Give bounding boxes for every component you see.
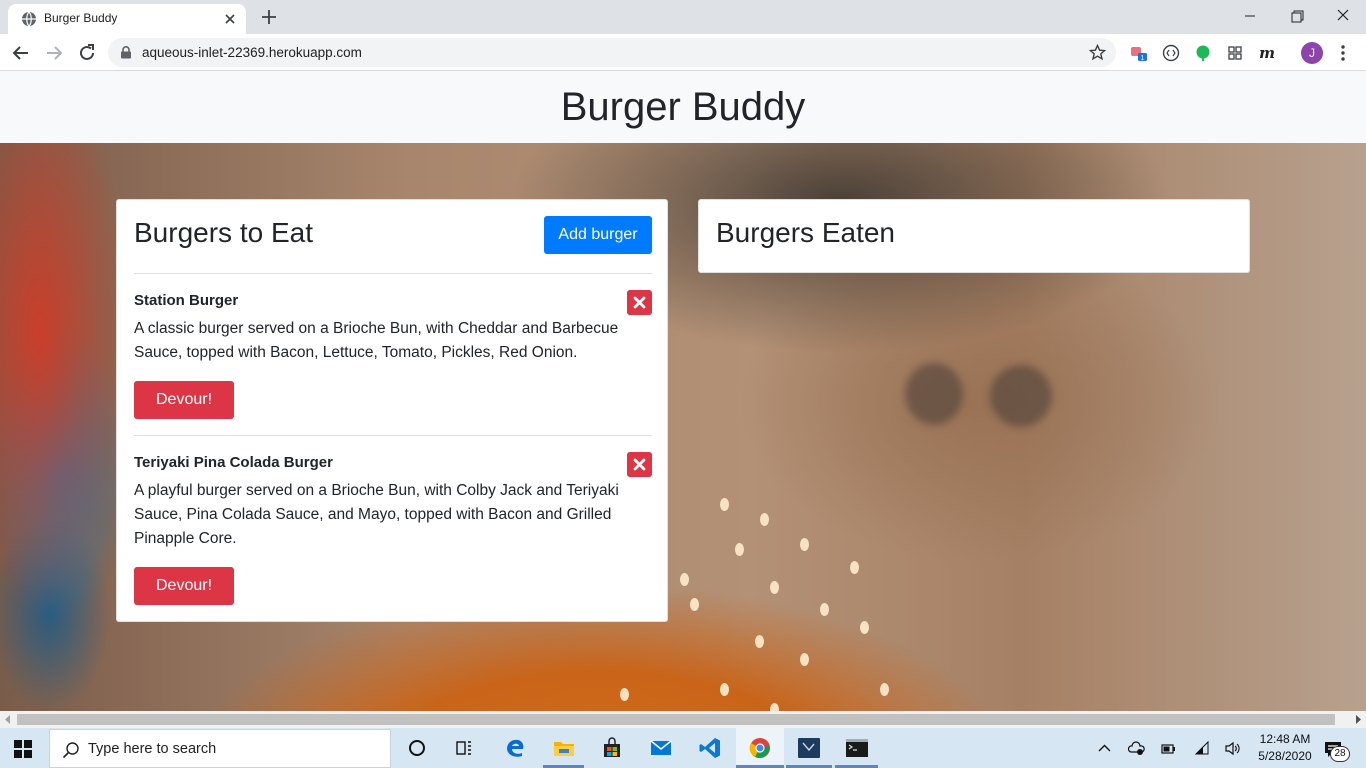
- notification-count-badge: 28: [1330, 746, 1350, 762]
- burgers-eaten-heading: Burgers Eaten: [716, 217, 895, 248]
- terminal-icon[interactable]: [845, 736, 869, 760]
- description-line: Sauce, topped with Bacon, Lettuce, Tomat…: [134, 344, 578, 361]
- burger-name: Teriyaki Pina Colada Burger: [134, 454, 333, 471]
- mail-icon[interactable]: [649, 736, 673, 760]
- devour-button[interactable]: Devour!: [134, 381, 234, 419]
- background-blur: [990, 365, 1052, 427]
- description-line: A classic burger served on a Brioche Bun…: [134, 320, 619, 337]
- burger-name: Station Burger: [134, 292, 239, 309]
- url-text: aqueous-inlet-22369.herokuapp.com: [142, 45, 362, 60]
- description-line: A playful burger served on a Brioche Bun…: [134, 482, 619, 499]
- sesame-seed: [800, 538, 809, 551]
- task-view-icon[interactable]: [452, 736, 476, 760]
- grid-extension-icon[interactable]: [1226, 44, 1244, 62]
- reload-icon[interactable]: [76, 42, 98, 64]
- clock-date[interactable]: 5/28/2020: [1253, 749, 1317, 763]
- sesame-seed: [680, 573, 689, 586]
- file-explorer-icon[interactable]: [552, 736, 576, 760]
- profile-avatar[interactable]: J: [1301, 42, 1323, 64]
- sesame-seed: [820, 603, 829, 616]
- site-header: Burger Buddy: [0, 71, 1366, 143]
- lock-icon: [121, 46, 131, 59]
- burgers-eaten-card: Burgers Eaten: [698, 199, 1250, 273]
- new-tab-icon[interactable]: [260, 8, 278, 26]
- burger-description: A classic burger served on a Brioche Bun…: [134, 317, 639, 365]
- minimize-icon[interactable]: [1238, 6, 1262, 26]
- sesame-seed: [760, 513, 769, 526]
- divider: [134, 273, 652, 274]
- page-viewport: Burger Buddy Burgers to Eat Add burger S…: [0, 71, 1366, 711]
- page-title: Burger Buddy: [560, 85, 806, 129]
- restore-icon[interactable]: [1285, 6, 1309, 26]
- sesame-seed: [800, 653, 809, 666]
- scrollbar-thumb[interactable]: [17, 714, 1335, 725]
- m-extension-icon[interactable]: m: [1258, 44, 1276, 62]
- burger-description: A playful burger served on a Brioche Bun…: [134, 479, 644, 551]
- browser-tabstrip: Burger Buddy: [0, 0, 1366, 34]
- extension-icon[interactable]: 1: [1130, 44, 1148, 62]
- search-placeholder: Type here to search: [88, 741, 217, 757]
- battery-icon[interactable]: [1160, 740, 1177, 757]
- bookmark-star-icon[interactable]: [1089, 44, 1106, 61]
- devour-button[interactable]: Devour!: [134, 567, 234, 605]
- scroll-left-icon[interactable]: [4, 715, 12, 724]
- back-arrow-icon[interactable]: [10, 42, 32, 64]
- address-bar[interactable]: aqueous-inlet-22369.herokuapp.com: [108, 38, 1116, 67]
- delete-burger-button[interactable]: [627, 452, 652, 477]
- sesame-seed: [770, 581, 779, 594]
- add-burger-button[interactable]: Add burger: [544, 216, 652, 254]
- delete-burger-button[interactable]: [627, 290, 652, 315]
- windows-taskbar: Type here to search 12:48 AM 5/28/2020 2…: [0, 728, 1366, 768]
- evernote-icon[interactable]: [1194, 44, 1212, 62]
- sesame-seed: [720, 683, 729, 696]
- sesame-seed: [850, 561, 859, 574]
- chrome-icon[interactable]: [748, 736, 772, 760]
- close-window-icon[interactable]: [1331, 6, 1355, 26]
- code-extension-icon[interactable]: [1162, 44, 1180, 62]
- background-blur: [905, 363, 963, 425]
- divider: [134, 435, 652, 436]
- sesame-seed: [770, 703, 779, 711]
- more-menu-icon[interactable]: [1340, 43, 1346, 63]
- onedrive-sync-icon[interactable]: [1128, 740, 1145, 757]
- forward-arrow-icon[interactable]: [43, 42, 65, 64]
- clock-time[interactable]: 12:48 AM: [1253, 732, 1317, 746]
- sesame-seed: [690, 598, 699, 611]
- search-icon: [62, 742, 79, 759]
- horizontal-scrollbar[interactable]: [0, 711, 1366, 728]
- browser-toolbar: aqueous-inlet-22369.herokuapp.com 1 m J: [0, 34, 1366, 71]
- sesame-seed: [735, 543, 744, 556]
- sesame-seed: [880, 683, 889, 696]
- sesame-seed: [755, 635, 764, 648]
- svg-text:1: 1: [1141, 55, 1145, 62]
- store-icon[interactable]: [600, 736, 624, 760]
- vscode-icon[interactable]: [698, 736, 722, 760]
- taskbar-search-box[interactable]: Type here to search: [49, 729, 391, 768]
- wifi-icon[interactable]: [1194, 740, 1211, 757]
- sesame-seed: [860, 621, 869, 634]
- sesame-seed: [720, 498, 729, 511]
- burgers-to-eat-card: Burgers to Eat Add burger Station Burger…: [116, 199, 668, 622]
- globe-icon: [22, 11, 36, 27]
- sesame-seed: [620, 688, 629, 701]
- mysql-workbench-icon[interactable]: [797, 736, 821, 760]
- scroll-right-icon[interactable]: [1354, 715, 1362, 724]
- tab-title: Burger Buddy: [44, 11, 118, 25]
- cortana-icon[interactable]: [405, 736, 429, 760]
- windows-start-icon[interactable]: [14, 740, 32, 758]
- close-icon[interactable]: [222, 11, 238, 27]
- description-line: Pinapple Core.: [134, 530, 237, 547]
- browser-tab[interactable]: Burger Buddy: [8, 4, 246, 34]
- description-line: Sauce, Pina Colada Sauce, and Mayo, topp…: [134, 506, 612, 523]
- burgers-to-eat-heading: Burgers to Eat: [134, 217, 313, 248]
- svg-text:m: m: [1259, 44, 1275, 62]
- chevron-up-icon[interactable]: [1096, 740, 1113, 757]
- edge-icon[interactable]: [503, 736, 527, 760]
- volume-icon[interactable]: [1224, 740, 1241, 757]
